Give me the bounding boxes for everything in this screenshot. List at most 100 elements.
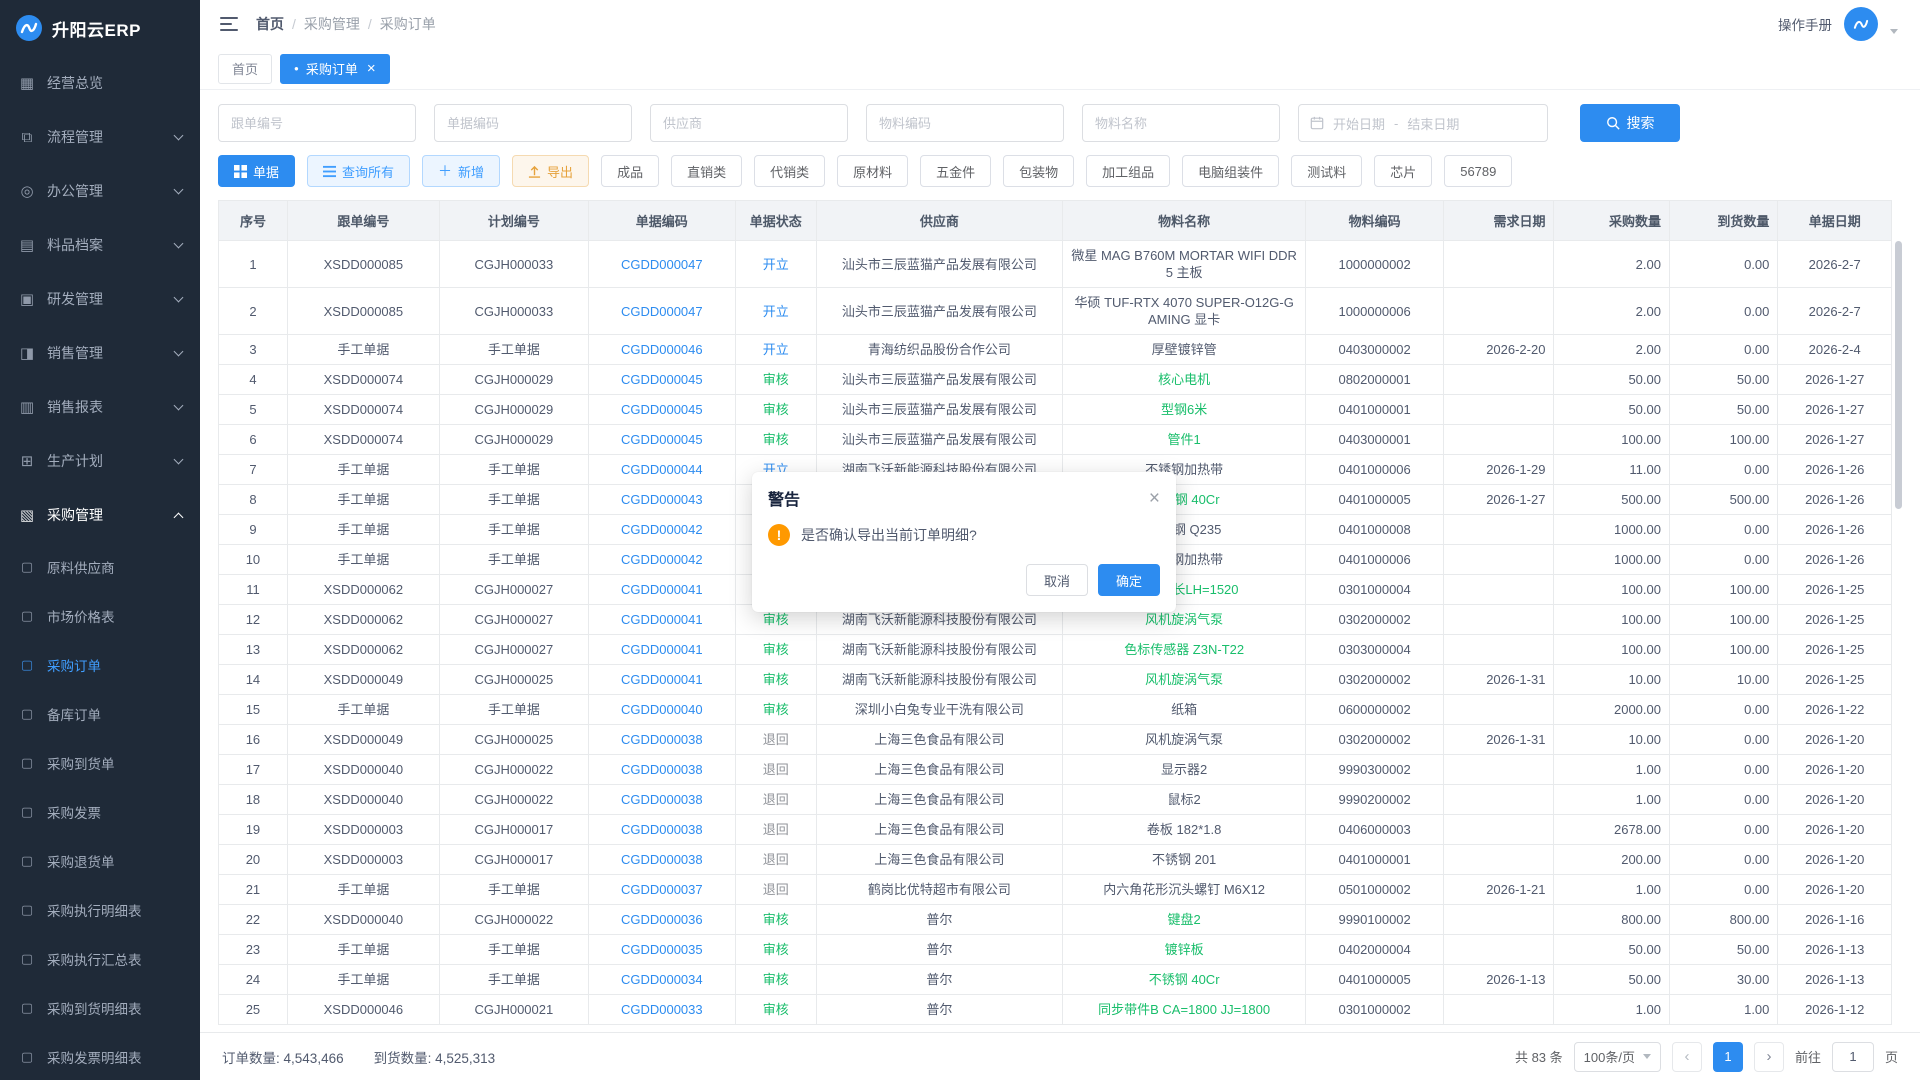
table-row[interactable]: 24手工单据手工单据CGDD000034审核普尔不锈钢 40Cr04010000… (219, 965, 1892, 995)
track-no-input[interactable] (218, 104, 416, 142)
table-row[interactable]: 22XSDD000040CGJH000022CGDD000036审核普尔键盘29… (219, 905, 1892, 935)
category-button[interactable]: 直销类 (671, 155, 742, 187)
doc-code-link[interactable]: CGDD000043 (621, 492, 703, 507)
category-button[interactable]: 加工组品 (1086, 155, 1170, 187)
next-page-button[interactable]: › (1754, 1042, 1784, 1072)
table-row[interactable]: 17XSDD000040CGJH000022CGDD000038退回上海三色食品… (219, 755, 1892, 785)
page-size-select[interactable]: 100条/页 (1574, 1042, 1661, 1072)
supplier-input[interactable] (650, 104, 848, 142)
doc-code-link[interactable]: CGDD000047 (621, 304, 703, 319)
date-range-picker[interactable]: 开始日期 - 结束日期 (1298, 104, 1548, 142)
current-page[interactable]: 1 (1713, 1042, 1743, 1072)
doc-code-link[interactable]: CGDD000044 (621, 462, 703, 477)
material-name-input[interactable] (1082, 104, 1280, 142)
sidebar-subitem[interactable]: ▢采购到货明细表 (0, 983, 200, 1032)
category-button[interactable]: 包装物 (1003, 155, 1074, 187)
table-row[interactable]: 14XSDD000049CGJH000025CGDD000041审核湖南飞沃新能… (219, 665, 1892, 695)
sidebar-item-process[interactable]: ⧉流程管理 (0, 110, 200, 164)
sidebar-item-sales[interactable]: ◨销售管理 (0, 326, 200, 380)
table-row[interactable]: 2XSDD000085CGJH000033CGDD000047开立汕头市三辰蓝猫… (219, 288, 1892, 335)
sidebar-subitem[interactable]: ▢备库订单 (0, 689, 200, 738)
table-row[interactable]: 18XSDD000040CGJH000022CGDD000038退回上海三色食品… (219, 785, 1892, 815)
search-button[interactable]: 搜索 (1580, 104, 1680, 142)
sidebar-item-office[interactable]: ◎办公管理 (0, 164, 200, 218)
doc-code-link[interactable]: CGDD000041 (621, 672, 703, 687)
sidebar-item-overview[interactable]: ▦经营总览 (0, 56, 200, 110)
sidebar-subitem[interactable]: ▢采购到货单 (0, 738, 200, 787)
table-row[interactable]: 25XSDD000046CGJH000021CGDD000033审核普尔同步带件… (219, 995, 1892, 1025)
doc-code-link[interactable]: CGDD000041 (621, 582, 703, 597)
category-button[interactable]: 芯片 (1374, 155, 1432, 187)
tab-close-icon[interactable]: × (367, 61, 376, 76)
table-row[interactable]: 15手工单据手工单据CGDD000040审核深圳小白兔专业干洗有限公司纸箱060… (219, 695, 1892, 725)
doc-code-link[interactable]: CGDD000038 (621, 792, 703, 807)
chevron-down-icon[interactable] (1890, 29, 1898, 34)
doc-code-link[interactable]: CGDD000045 (621, 432, 703, 447)
sidebar-subitem[interactable]: ▢采购发票 (0, 787, 200, 836)
avatar[interactable] (1844, 7, 1878, 41)
doc-code-link[interactable]: CGDD000038 (621, 732, 703, 747)
doc-button[interactable]: 单据 (218, 155, 295, 187)
table-row[interactable]: 16XSDD000049CGJH000025CGDD000038退回上海三色食品… (219, 725, 1892, 755)
category-button[interactable]: 代销类 (754, 155, 825, 187)
table-row[interactable]: 21手工单据手工单据CGDD000037退回鹤岗比优特超市有限公司内六角花形沉头… (219, 875, 1892, 905)
doc-code-input[interactable] (434, 104, 632, 142)
doc-code-link[interactable]: CGDD000037 (621, 882, 703, 897)
table-row[interactable]: 4XSDD000074CGJH000029CGDD000045审核汕头市三辰蓝猫… (219, 365, 1892, 395)
doc-code-link[interactable]: CGDD000038 (621, 822, 703, 837)
breadcrumb-item[interactable]: 采购管理 (304, 14, 360, 34)
doc-code-link[interactable]: CGDD000035 (621, 942, 703, 957)
doc-code-link[interactable]: CGDD000040 (621, 702, 703, 717)
material-code-input[interactable] (866, 104, 1064, 142)
sidebar-item-materials[interactable]: ▤料品档案 (0, 218, 200, 272)
cancel-button[interactable]: 取消 (1026, 564, 1088, 596)
confirm-button[interactable]: 确定 (1098, 564, 1160, 596)
doc-code-link[interactable]: CGDD000042 (621, 522, 703, 537)
doc-code-link[interactable]: CGDD000041 (621, 612, 703, 627)
doc-code-link[interactable]: CGDD000045 (621, 402, 703, 417)
doc-code-link[interactable]: CGDD000041 (621, 642, 703, 657)
query-all-button[interactable]: 查询所有 (307, 155, 410, 187)
category-button[interactable]: 五金件 (920, 155, 991, 187)
tab-purchase-order[interactable]: ● 采购订单 × (280, 54, 390, 84)
add-button[interactable]: ＋ 新增 (422, 155, 500, 187)
table-row[interactable]: 6XSDD000074CGJH000029CGDD000045审核汕头市三辰蓝猫… (219, 425, 1892, 455)
menu-collapse-icon[interactable] (220, 16, 238, 32)
doc-code-link[interactable]: CGDD000038 (621, 852, 703, 867)
doc-code-link[interactable]: CGDD000045 (621, 372, 703, 387)
sidebar-subitem[interactable]: ▢原料供应商 (0, 542, 200, 591)
sidebar-item-sales-report[interactable]: ▥销售报表 (0, 380, 200, 434)
category-button[interactable]: 56789 (1444, 155, 1512, 187)
breadcrumb-item[interactable]: 采购订单 (380, 14, 436, 34)
table-row[interactable]: 19XSDD000003CGJH000017CGDD000038退回上海三色食品… (219, 815, 1892, 845)
table-row[interactable]: 5XSDD000074CGJH000029CGDD000045审核汕头市三辰蓝猫… (219, 395, 1892, 425)
sidebar-subitem[interactable]: ▢采购执行明细表 (0, 885, 200, 934)
table-row[interactable]: 23手工单据手工单据CGDD000035审核普尔镀锌板040200000450.… (219, 935, 1892, 965)
doc-code-link[interactable]: CGDD000047 (621, 257, 703, 272)
sidebar-item-purchase[interactable]: ▧采购管理 (0, 488, 200, 542)
sidebar-subitem[interactable]: ▢市场价格表 (0, 591, 200, 640)
sidebar-item-rd[interactable]: ▣研发管理 (0, 272, 200, 326)
goto-page-input[interactable] (1832, 1042, 1874, 1072)
table-row[interactable]: 20XSDD000003CGJH000017CGDD000038退回上海三色食品… (219, 845, 1892, 875)
sidebar-item-production[interactable]: ⊞生产计划 (0, 434, 200, 488)
doc-code-link[interactable]: CGDD000034 (621, 972, 703, 987)
close-icon[interactable]: × (1149, 489, 1160, 508)
manual-link[interactable]: 操作手册 (1778, 14, 1832, 34)
doc-code-link[interactable]: CGDD000046 (621, 342, 703, 357)
doc-code-link[interactable]: CGDD000033 (621, 1002, 703, 1017)
category-button[interactable]: 测试料 (1291, 155, 1362, 187)
category-button[interactable]: 成品 (601, 155, 659, 187)
table-row[interactable]: 13XSDD000062CGJH000027CGDD000041审核湖南飞沃新能… (219, 635, 1892, 665)
sidebar-subitem[interactable]: ▢采购订单 (0, 640, 200, 689)
export-button[interactable]: 导出 (512, 155, 589, 187)
scrollbar-thumb[interactable] (1895, 241, 1902, 509)
sidebar-subitem[interactable]: ▢采购退货单 (0, 836, 200, 885)
doc-code-link[interactable]: CGDD000042 (621, 552, 703, 567)
prev-page-button[interactable]: ‹ (1672, 1042, 1702, 1072)
table-row[interactable]: 1XSDD000085CGJH000033CGDD000047开立汕头市三辰蓝猫… (219, 241, 1892, 288)
doc-code-link[interactable]: CGDD000036 (621, 912, 703, 927)
doc-code-link[interactable]: CGDD000038 (621, 762, 703, 777)
sidebar-subitem[interactable]: ▢采购执行汇总表 (0, 934, 200, 983)
category-button[interactable]: 电脑组装件 (1182, 155, 1279, 187)
